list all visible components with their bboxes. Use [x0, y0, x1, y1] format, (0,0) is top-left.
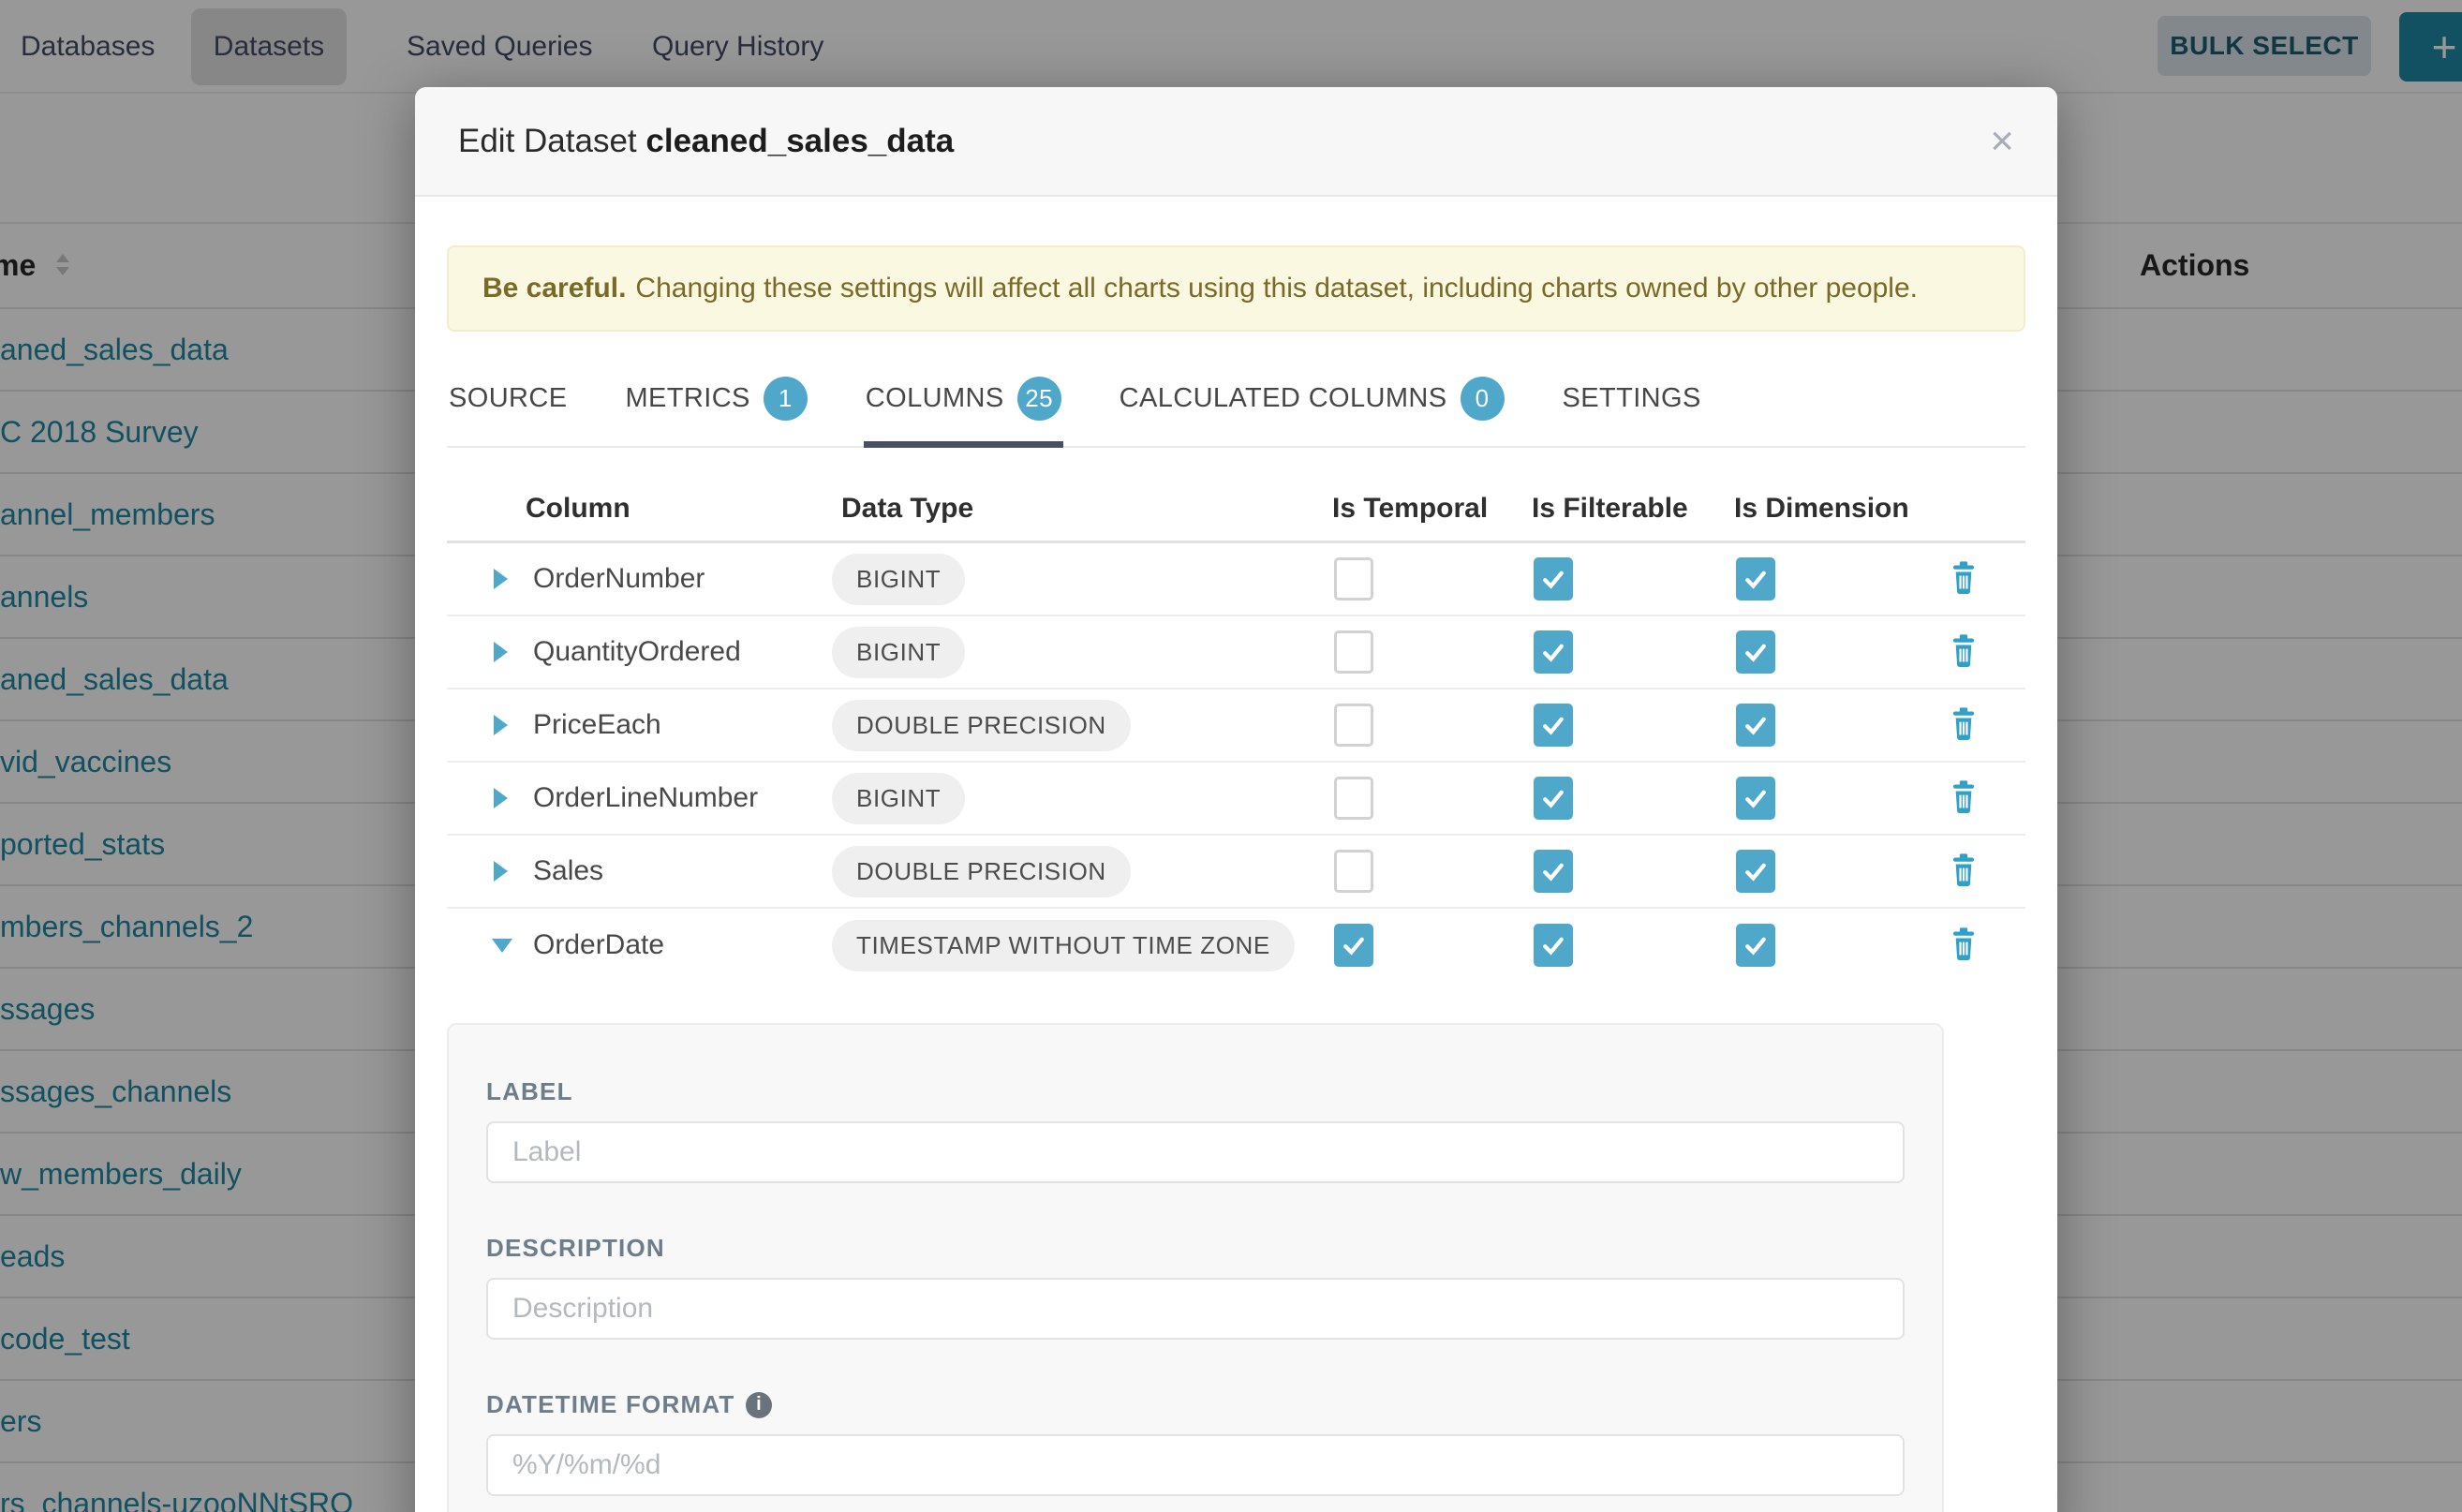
is-temporal-checkbox[interactable] — [1334, 777, 1373, 820]
column-name: OrderNumber — [516, 563, 832, 595]
tab-metrics[interactable]: METRICS 1 — [623, 362, 808, 448]
tab-count-badge: 0 — [1461, 377, 1505, 421]
column-name: Sales — [516, 855, 832, 887]
is-dimension-checkbox[interactable] — [1736, 924, 1775, 967]
is-filterable-checkbox[interactable] — [1534, 557, 1573, 600]
data-type-pill: DOUBLE PRECISION — [832, 846, 1131, 897]
modal-header: Edit Dataset cleaned_sales_data × — [415, 87, 2057, 197]
tab-calculated-columns[interactable]: CALCULATED COLUMNS 0 — [1118, 362, 1506, 448]
collapse-caret-icon[interactable] — [492, 939, 512, 953]
is-filterable-checkbox[interactable] — [1534, 704, 1573, 747]
modal-title-dataset-name: cleaned_sales_data — [645, 123, 954, 159]
column-header: Is Filterable — [1522, 493, 1725, 525]
columns-table: Column Data Type Is Temporal Is Filterab… — [447, 476, 2025, 982]
is-temporal-checkbox[interactable] — [1334, 850, 1373, 893]
modal-title: Edit Dataset cleaned_sales_data — [458, 123, 954, 160]
description-input[interactable] — [486, 1278, 1905, 1340]
label-field-label: LABEL — [486, 1077, 1905, 1106]
delete-column-icon[interactable] — [1948, 560, 1980, 594]
is-filterable-checkbox[interactable] — [1534, 924, 1573, 967]
is-filterable-checkbox[interactable] — [1534, 630, 1573, 674]
data-type-pill: BIGINT — [832, 554, 965, 605]
delete-column-icon[interactable] — [1948, 633, 1980, 667]
column-header: Is Temporal — [1323, 493, 1522, 525]
edit-dataset-modal: Edit Dataset cleaned_sales_data × Be car… — [415, 87, 2057, 1512]
warning-banner: Be careful. Changing these settings will… — [447, 245, 2025, 332]
description-field: DESCRIPTION — [486, 1234, 1905, 1340]
is-dimension-checkbox[interactable] — [1736, 630, 1775, 674]
table-row: OrderNumber BIGINT — [447, 543, 2025, 616]
warning-text: Changing these settings will affect all … — [635, 273, 1918, 304]
column-name: OrderDate — [516, 929, 832, 961]
tab-settings[interactable]: SETTINGS — [1561, 362, 1703, 448]
datetime-format-field-label: DATETIME FORMAT i — [486, 1390, 1905, 1419]
close-icon[interactable]: × — [1990, 121, 2014, 162]
modal-body: Be careful. Changing these settings will… — [415, 197, 2057, 1512]
tab-columns[interactable]: COLUMNS 25 — [864, 362, 1063, 448]
table-row: QuantityOrdered BIGINT — [447, 616, 2025, 689]
data-type-pill: DOUBLE PRECISION — [832, 700, 1131, 751]
table-row: Sales DOUBLE PRECISION — [447, 836, 2025, 909]
delete-column-icon[interactable] — [1948, 779, 1980, 813]
is-temporal-checkbox[interactable] — [1334, 924, 1373, 967]
is-dimension-checkbox[interactable] — [1736, 557, 1775, 600]
tab-label: SOURCE — [449, 383, 567, 414]
expand-caret-icon[interactable] — [494, 788, 508, 808]
field-label-text: LABEL — [486, 1077, 573, 1106]
datetime-format-input[interactable] — [486, 1434, 1905, 1496]
datetime-format-field: DATETIME FORMAT i — [486, 1390, 1905, 1496]
is-temporal-checkbox[interactable] — [1334, 557, 1373, 600]
label-input[interactable] — [486, 1121, 1905, 1183]
tab-count-badge: 1 — [764, 377, 808, 421]
column-header: Column — [516, 493, 832, 525]
tab-source[interactable]: SOURCE — [447, 362, 569, 448]
tab-label: SETTINGS — [1563, 383, 1701, 414]
label-field: LABEL — [486, 1077, 1905, 1183]
is-dimension-checkbox[interactable] — [1736, 777, 1775, 820]
modal-tabs: SOURCE METRICS 1 COLUMNS 25 CALCULATED C… — [447, 362, 2025, 448]
expand-caret-icon[interactable] — [494, 715, 508, 735]
is-temporal-checkbox[interactable] — [1334, 630, 1373, 674]
warning-bold-text: Be careful. — [482, 273, 626, 304]
tab-label: METRICS — [625, 383, 749, 414]
data-type-pill: TIMESTAMP WITHOUT TIME ZONE — [832, 920, 1295, 971]
expand-caret-icon[interactable] — [494, 569, 508, 589]
table-row: OrderDate TIMESTAMP WITHOUT TIME ZONE — [447, 909, 2025, 982]
is-filterable-checkbox[interactable] — [1534, 777, 1573, 820]
column-name: OrderLineNumber — [516, 782, 832, 814]
column-header: Is Dimension — [1725, 493, 1931, 525]
column-name: PriceEach — [516, 709, 832, 741]
column-header: Data Type — [832, 493, 1323, 525]
is-temporal-checkbox[interactable] — [1334, 704, 1373, 747]
delete-column-icon[interactable] — [1948, 852, 1980, 886]
tab-label: CALCULATED COLUMNS — [1120, 383, 1447, 414]
tab-count-badge: 25 — [1017, 377, 1061, 421]
is-dimension-checkbox[interactable] — [1736, 850, 1775, 893]
data-type-pill: BIGINT — [832, 773, 965, 824]
info-icon[interactable]: i — [746, 1392, 772, 1418]
expand-caret-icon[interactable] — [494, 861, 508, 882]
modal-title-prefix: Edit Dataset — [458, 123, 637, 159]
field-label-text: DATETIME FORMAT — [486, 1390, 734, 1419]
column-detail-editor: LABEL DESCRIPTION DATETIME FORMAT i — [447, 1023, 1944, 1512]
expand-caret-icon[interactable] — [494, 642, 508, 662]
description-field-label: DESCRIPTION — [486, 1234, 1905, 1263]
table-row: OrderLineNumber BIGINT — [447, 763, 2025, 836]
delete-column-icon[interactable] — [1948, 926, 1980, 960]
field-label-text: DESCRIPTION — [486, 1234, 665, 1263]
delete-column-icon[interactable] — [1948, 706, 1980, 740]
column-name: QuantityOrdered — [516, 636, 832, 668]
data-type-pill: BIGINT — [832, 627, 965, 678]
is-filterable-checkbox[interactable] — [1534, 850, 1573, 893]
columns-table-header: Column Data Type Is Temporal Is Filterab… — [447, 476, 2025, 543]
table-row: PriceEach DOUBLE PRECISION — [447, 689, 2025, 763]
is-dimension-checkbox[interactable] — [1736, 704, 1775, 747]
tab-label: COLUMNS — [866, 383, 1004, 414]
